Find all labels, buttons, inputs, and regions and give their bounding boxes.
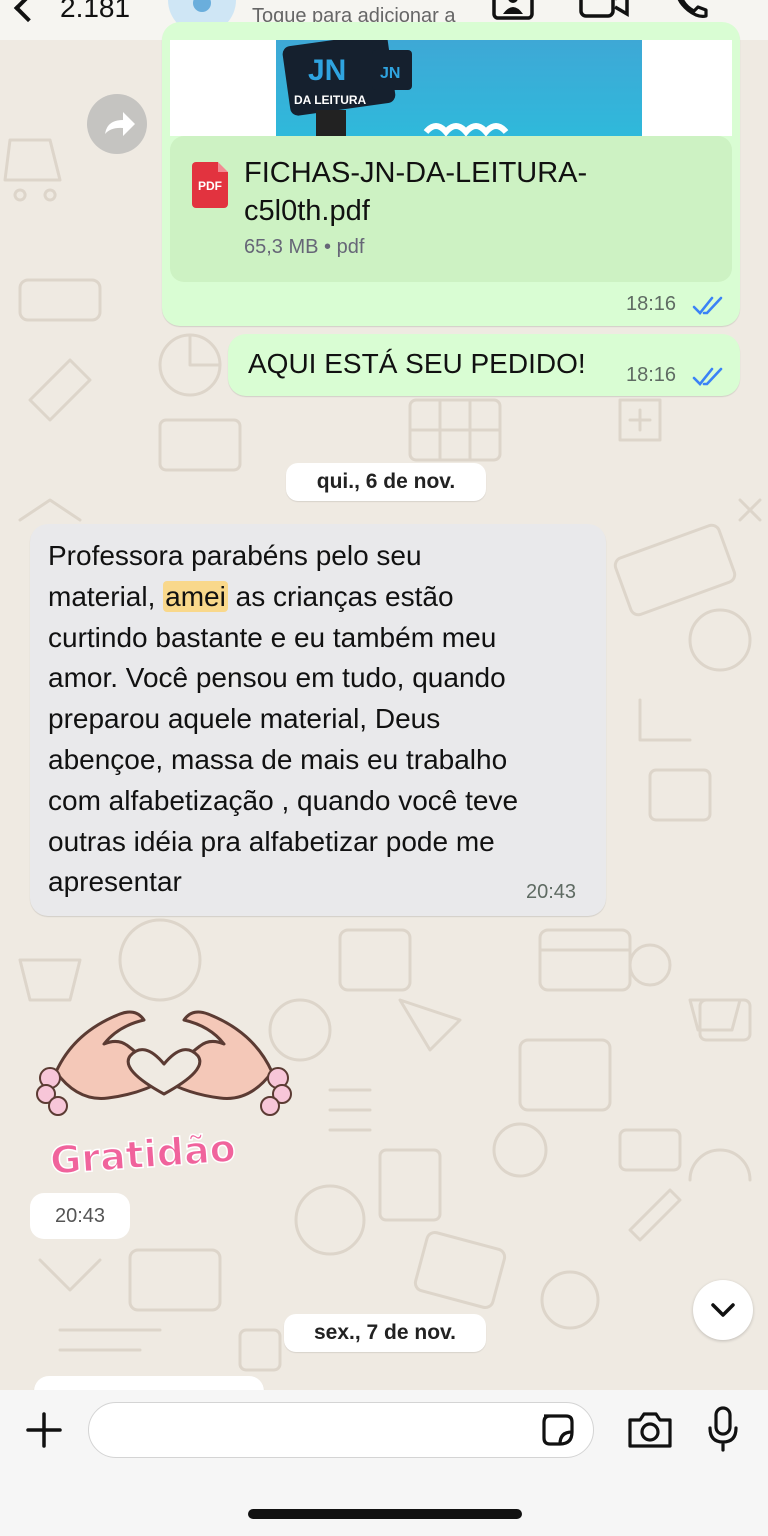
date-divider: qui., 6 de nov.: [286, 463, 486, 501]
incoming-text-message[interactable]: Professora parabéns pelo seu material, a…: [30, 524, 606, 916]
forward-arrow-icon: [105, 112, 135, 136]
message-text: AQUI ESTÁ SEU PEDIDO!: [248, 348, 586, 379]
message-time: 18:16: [626, 364, 677, 386]
sticker-caption: Gratidão: [49, 1126, 237, 1183]
outgoing-text-message[interactable]: AQUI ESTÁ SEU PEDIDO! 18:16: [228, 334, 740, 396]
document-file-card[interactable]: PDF FICHAS-JN-DA-LEITURA-c5l0th.pdf 65,3…: [170, 136, 732, 282]
message-text-field[interactable]: [107, 1411, 527, 1449]
camera-icon[interactable]: [626, 1410, 674, 1450]
message-time: 18:16: [626, 293, 677, 315]
forward-button[interactable]: [87, 94, 147, 154]
highlighted-word: amei: [163, 580, 228, 612]
microphone-icon[interactable]: [706, 1406, 740, 1452]
scroll-to-bottom-button[interactable]: [693, 1280, 753, 1340]
document-preview[interactable]: JN DA LEITURA JN: [170, 40, 732, 136]
document-file-meta: 65,3 MB • pdf: [244, 236, 365, 258]
sticker-icon[interactable]: [536, 1402, 580, 1458]
message-text: Professora parabéns pelo seu material, a…: [48, 540, 519, 898]
back-chevron-icon: [13, 0, 43, 23]
unread-count: 2.181: [60, 0, 131, 23]
plus-icon[interactable]: [24, 1410, 64, 1450]
svg-text:JN: JN: [308, 54, 346, 87]
document-file-name: FICHAS-JN-DA-LEITURA-c5l0th.pdf: [244, 157, 588, 227]
pdf-file-icon: PDF: [192, 162, 228, 208]
message-time: 20:43: [526, 881, 577, 903]
read-ticks-icon: [692, 367, 723, 386]
document-message-bubble[interactable]: JN DA LEITURA JN PDF FICHAS-JN-DA-LEITUR…: [162, 22, 740, 326]
video-camera-icon[interactable]: [578, 0, 630, 20]
date-divider: sex., 7 de nov.: [284, 1314, 486, 1352]
message-input[interactable]: [88, 1402, 594, 1458]
read-ticks-icon: [692, 296, 723, 315]
phone-icon[interactable]: [672, 0, 712, 20]
home-indicator: [248, 1509, 522, 1519]
svg-text:JN: JN: [380, 65, 400, 82]
document-preview-image: JN DA LEITURA JN: [276, 40, 642, 136]
back-button[interactable]: 2.181: [13, 0, 131, 28]
gratidao-heart-hands-sticker[interactable]: Gratidão: [36, 994, 292, 1184]
jn-logo-image: JN DA LEITURA JN: [282, 40, 509, 136]
sticker-time: 20:43: [30, 1193, 130, 1239]
chevron-down-icon: [711, 1303, 735, 1317]
avatar-placeholder-icon: [193, 0, 211, 12]
svg-text:DA LEITURA: DA LEITURA: [294, 93, 367, 107]
contact-card-icon[interactable]: [490, 0, 536, 20]
